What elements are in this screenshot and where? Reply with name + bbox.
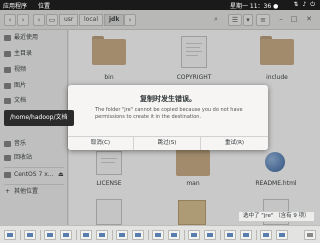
window-icon bbox=[207, 233, 213, 237]
workspace-switcher[interactable] bbox=[304, 230, 316, 240]
taskbar-divider bbox=[20, 230, 21, 240]
dialog-message: The folder "jre" cannot be copied becaus… bbox=[95, 107, 243, 120]
taskbar-divider bbox=[220, 230, 221, 240]
taskbar-window-item[interactable] bbox=[96, 230, 108, 240]
taskbar-window-item[interactable] bbox=[224, 230, 236, 240]
window-icon bbox=[99, 233, 105, 237]
taskbar-window-item[interactable] bbox=[276, 230, 288, 240]
taskbar-window-item[interactable] bbox=[240, 230, 252, 240]
system-tray[interactable]: ⇅ ♪ ⏻ bbox=[294, 1, 316, 9]
volume-icon: ♪ bbox=[302, 1, 308, 8]
taskbar-divider bbox=[256, 230, 257, 240]
show-desktop-button[interactable] bbox=[4, 230, 16, 240]
taskbar-window-item[interactable] bbox=[44, 230, 56, 240]
taskbar-window-item[interactable] bbox=[188, 230, 200, 240]
window-icon bbox=[119, 233, 125, 237]
window-icon bbox=[63, 233, 69, 237]
window-list-bar bbox=[0, 225, 320, 243]
taskbar-window-item[interactable] bbox=[116, 230, 128, 240]
workspace-icon bbox=[307, 233, 313, 237]
taskbar-window-item[interactable] bbox=[80, 230, 92, 240]
window-icon bbox=[227, 233, 233, 237]
window-icon bbox=[155, 233, 161, 237]
network-icon: ⇅ bbox=[293, 1, 300, 8]
window-icon bbox=[191, 233, 197, 237]
window-icon bbox=[263, 233, 269, 237]
taskbar-window-item[interactable] bbox=[60, 230, 72, 240]
taskbar-divider bbox=[148, 230, 149, 240]
dialog-buttons: 取消(C) 跳过(S) 重试(R) bbox=[68, 136, 268, 150]
taskbar-divider bbox=[184, 230, 185, 240]
cancel-button[interactable]: 取消(C) bbox=[68, 137, 134, 150]
skip-button[interactable]: 跳过(S) bbox=[134, 137, 201, 150]
window-icon bbox=[243, 233, 249, 237]
window-icon bbox=[47, 233, 53, 237]
taskbar-window-item[interactable] bbox=[24, 230, 36, 240]
retry-button[interactable]: 重试(R) bbox=[201, 137, 268, 150]
taskbar-window-item[interactable] bbox=[260, 230, 272, 240]
taskbar-window-item[interactable] bbox=[132, 230, 144, 240]
dialog-title: 复制时发生错误。 bbox=[140, 95, 196, 103]
window-icon bbox=[135, 233, 141, 237]
top-bar: 应用程序 位置 星期一 11：36 ● ⇅ ♪ ⏻ bbox=[0, 0, 320, 10]
clock[interactable]: 星期一 11：36 ● bbox=[230, 1, 278, 10]
taskbar-window-item[interactable] bbox=[168, 230, 180, 240]
window-icon bbox=[83, 233, 89, 237]
window-icon bbox=[27, 233, 33, 237]
taskbar-divider bbox=[40, 230, 41, 240]
power-icon: ⏻ bbox=[310, 1, 316, 8]
taskbar-window-item[interactable] bbox=[152, 230, 164, 240]
window-icon bbox=[171, 233, 177, 237]
taskbar-divider bbox=[76, 230, 77, 240]
error-dialog: 复制时发生错误。 The folder "jre" cannot be copi… bbox=[68, 85, 268, 150]
places-menu[interactable]: 位置 bbox=[38, 1, 50, 10]
path-tooltip: /home/hadoop/文档 bbox=[4, 110, 74, 126]
selection-status: 选中了 "jre" （含有 9 项） bbox=[238, 211, 315, 222]
taskbar-window-item[interactable] bbox=[204, 230, 216, 240]
taskbar-divider bbox=[112, 230, 113, 240]
desktop-icon bbox=[7, 233, 13, 237]
window-icon bbox=[279, 233, 285, 237]
applications-menu[interactable]: 应用程序 bbox=[3, 1, 27, 10]
